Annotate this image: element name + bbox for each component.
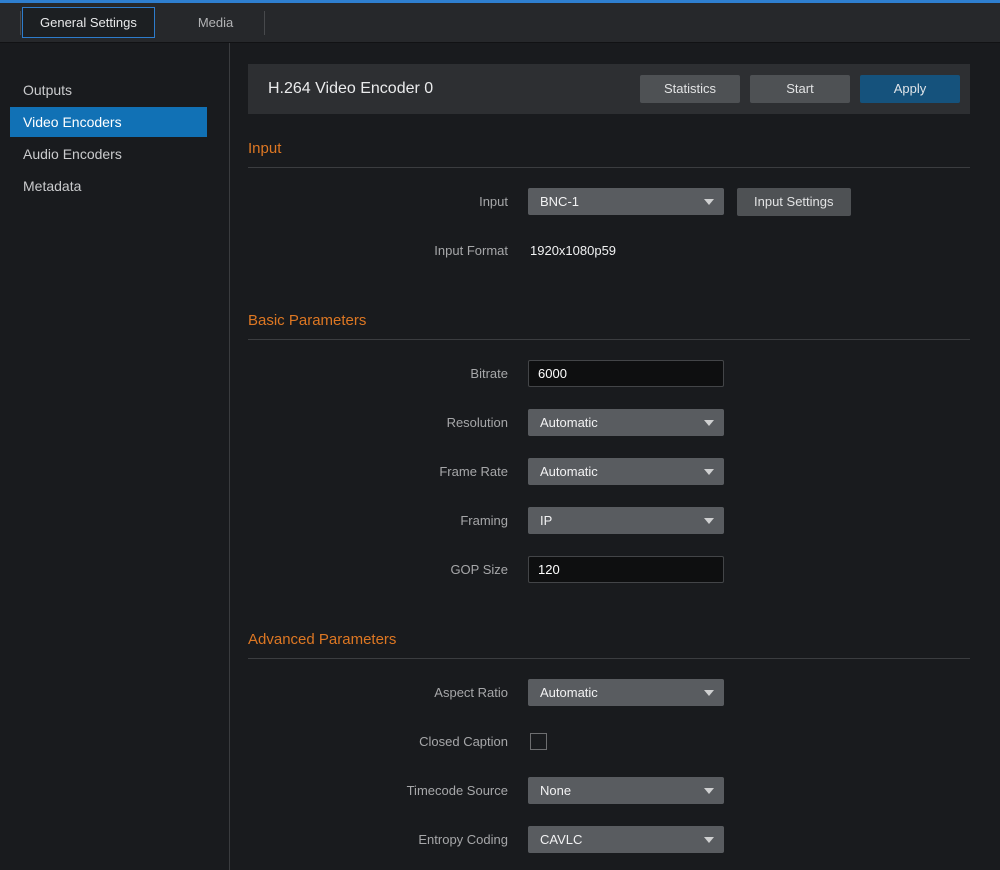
form-row-timecode-source: Timecode Source None — [248, 777, 970, 804]
chevron-down-icon — [704, 199, 714, 205]
aspect-ratio-select-value: Automatic — [540, 685, 704, 700]
input-label: Input — [248, 194, 528, 209]
entropy-coding-select[interactable]: CAVLC — [528, 826, 724, 853]
closed-caption-label: Closed Caption — [248, 734, 528, 749]
form-row-entropy-coding: Entropy Coding CAVLC — [248, 826, 970, 853]
form-row-aspect-ratio: Aspect Ratio Automatic — [248, 679, 970, 706]
chevron-down-icon — [704, 469, 714, 475]
form-row-closed-caption: Closed Caption — [248, 728, 970, 755]
framing-select-value: IP — [540, 513, 704, 528]
closed-caption-checkbox[interactable] — [530, 733, 547, 750]
aspect-ratio-label: Aspect Ratio — [248, 685, 528, 700]
form-row-input-format: Input Format 1920x1080p59 — [248, 237, 970, 264]
form-row-bitrate: Bitrate — [248, 360, 970, 387]
apply-button[interactable]: Apply — [860, 75, 960, 103]
tab-general-settings[interactable]: General Settings — [22, 7, 155, 38]
sidebar-item-metadata[interactable]: Metadata — [10, 171, 207, 201]
chevron-down-icon — [704, 420, 714, 426]
chevron-down-icon — [704, 518, 714, 524]
encoder-header-bar: H.264 Video Encoder 0 Statistics Start A… — [248, 64, 970, 114]
bitrate-field[interactable] — [528, 360, 724, 387]
framing-label: Framing — [248, 513, 528, 528]
section-title-basic-parameters: Basic Parameters — [248, 312, 970, 329]
tab-divider — [264, 11, 265, 35]
timecode-source-label: Timecode Source — [248, 783, 528, 798]
timecode-source-select-value: None — [540, 783, 704, 798]
section-divider — [248, 167, 970, 168]
tab-divider — [20, 11, 21, 35]
aspect-ratio-select[interactable]: Automatic — [528, 679, 724, 706]
form-row-gop-size: GOP Size — [248, 556, 970, 583]
gop-size-label: GOP Size — [248, 562, 528, 577]
tab-media[interactable]: Media — [181, 8, 250, 37]
page-title: H.264 Video Encoder 0 — [268, 80, 640, 98]
input-select-value: BNC-1 — [540, 194, 704, 209]
resolution-select[interactable]: Automatic — [528, 409, 724, 436]
chevron-down-icon — [704, 690, 714, 696]
gop-size-field[interactable] — [528, 556, 724, 583]
sidebar: Outputs Video Encoders Audio Encoders Me… — [0, 43, 230, 870]
form-row-input: Input BNC-1 Input Settings — [248, 188, 970, 215]
start-button[interactable]: Start — [750, 75, 850, 103]
input-format-value: 1920x1080p59 — [528, 243, 616, 258]
sidebar-item-video-encoders[interactable]: Video Encoders — [10, 107, 207, 137]
input-select[interactable]: BNC-1 — [528, 188, 724, 215]
resolution-select-value: Automatic — [540, 415, 704, 430]
sidebar-item-outputs[interactable]: Outputs — [10, 75, 207, 105]
section-divider — [248, 658, 970, 659]
top-tab-bar: General Settings Media — [0, 0, 1000, 43]
input-format-label: Input Format — [248, 243, 528, 258]
timecode-source-select[interactable]: None — [528, 777, 724, 804]
frame-rate-label: Frame Rate — [248, 464, 528, 479]
form-row-resolution: Resolution Automatic — [248, 409, 970, 436]
form-row-framing: Framing IP — [248, 507, 970, 534]
frame-rate-select-value: Automatic — [540, 464, 704, 479]
sidebar-item-audio-encoders[interactable]: Audio Encoders — [10, 139, 207, 169]
section-divider — [248, 339, 970, 340]
form-row-frame-rate: Frame Rate Automatic — [248, 458, 970, 485]
statistics-button[interactable]: Statistics — [640, 75, 740, 103]
frame-rate-select[interactable]: Automatic — [528, 458, 724, 485]
section-title-advanced-parameters: Advanced Parameters — [248, 631, 970, 648]
main-panel: H.264 Video Encoder 0 Statistics Start A… — [230, 43, 1000, 870]
input-settings-button[interactable]: Input Settings — [737, 188, 851, 216]
bitrate-label: Bitrate — [248, 366, 528, 381]
resolution-label: Resolution — [248, 415, 528, 430]
section-title-input: Input — [248, 140, 970, 157]
framing-select[interactable]: IP — [528, 507, 724, 534]
chevron-down-icon — [704, 788, 714, 794]
entropy-coding-select-value: CAVLC — [540, 832, 704, 847]
chevron-down-icon — [704, 837, 714, 843]
entropy-coding-label: Entropy Coding — [248, 832, 528, 847]
